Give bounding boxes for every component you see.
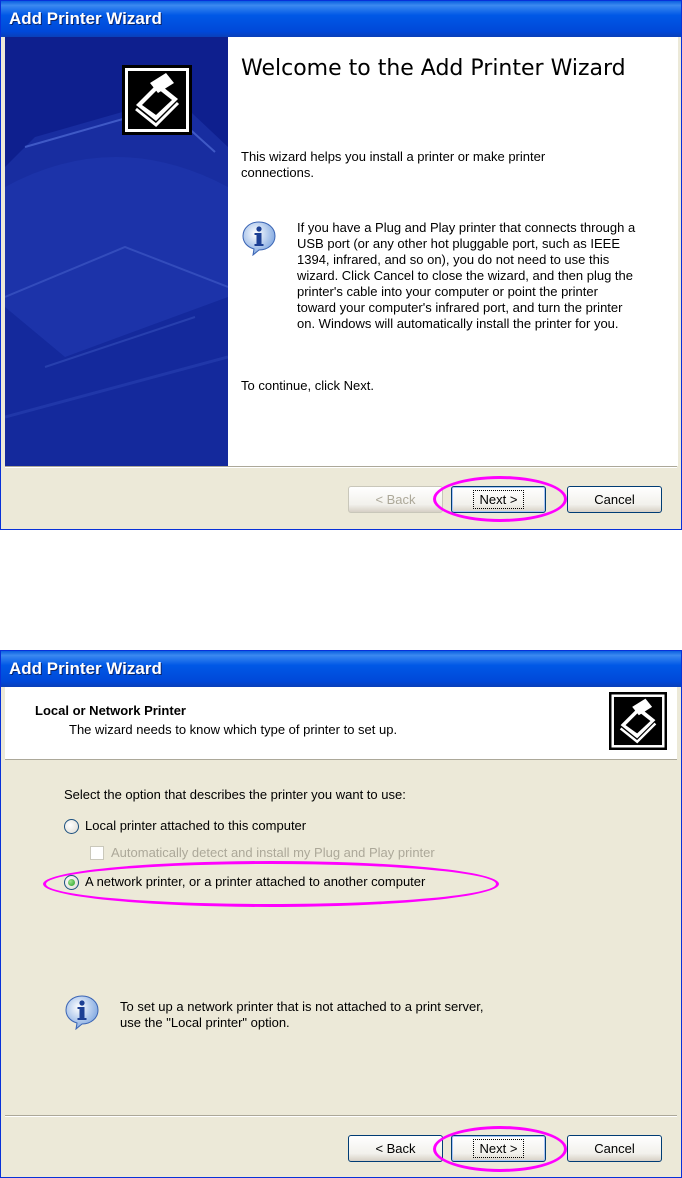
- next-button[interactable]: Next >: [451, 1135, 546, 1162]
- back-button[interactable]: < Back: [348, 486, 443, 513]
- radio-local-printer[interactable]: [64, 819, 79, 834]
- plug-and-play-info-text: If you have a Plug and Play printer that…: [297, 220, 636, 331]
- network-printer-label[interactable]: A network printer, or a printer attached…: [85, 874, 425, 889]
- printer-icon: [122, 65, 192, 135]
- info-icon: [241, 220, 277, 257]
- title-bar[interactable]: Add Printer Wizard: [1, 651, 681, 687]
- next-button[interactable]: Next >: [451, 486, 546, 513]
- printer-icon: [609, 692, 667, 750]
- add-printer-wizard-welcome-dialog: Add Printer Wizard Welcome to the Add Pr…: [0, 0, 682, 530]
- network-info-line-2: use the "Local printer" option.: [120, 1015, 290, 1030]
- info-icon: [64, 994, 100, 1031]
- radio-network-printer[interactable]: [64, 875, 79, 890]
- title-bar[interactable]: Add Printer Wizard: [1, 1, 681, 37]
- network-info-line-1: To set up a network printer that is not …: [120, 999, 484, 1014]
- intro-text: This wizard helps you install a printer …: [241, 149, 546, 180]
- select-option-prompt: Select the option that describes the pri…: [64, 787, 406, 802]
- footer-divider: [5, 1115, 677, 1117]
- welcome-heading: Welcome to the Add Printer Wizard: [241, 56, 626, 81]
- page-title: Local or Network Printer: [35, 703, 186, 718]
- footer-divider: [5, 466, 677, 468]
- cancel-button[interactable]: Cancel: [567, 486, 662, 513]
- auto-detect-checkbox: [90, 846, 104, 860]
- wizard-sidebar-graphic: [5, 37, 228, 466]
- page-subtitle: The wizard needs to know which type of p…: [69, 722, 398, 737]
- wizard-header: Local or Network Printer The wizard need…: [5, 687, 677, 760]
- add-printer-wizard-type-dialog: Add Printer Wizard Local or Network Prin…: [0, 650, 682, 1178]
- local-printer-label[interactable]: Local printer attached to this computer: [85, 818, 306, 833]
- printer-watermark-graphic: [5, 37, 228, 466]
- continue-instruction: To continue, click Next.: [241, 378, 374, 393]
- back-button[interactable]: < Back: [348, 1135, 443, 1162]
- content-pane: Welcome to the Add Printer Wizard This w…: [228, 37, 678, 466]
- cancel-button[interactable]: Cancel: [567, 1135, 662, 1162]
- auto-detect-label: Automatically detect and install my Plug…: [111, 845, 435, 860]
